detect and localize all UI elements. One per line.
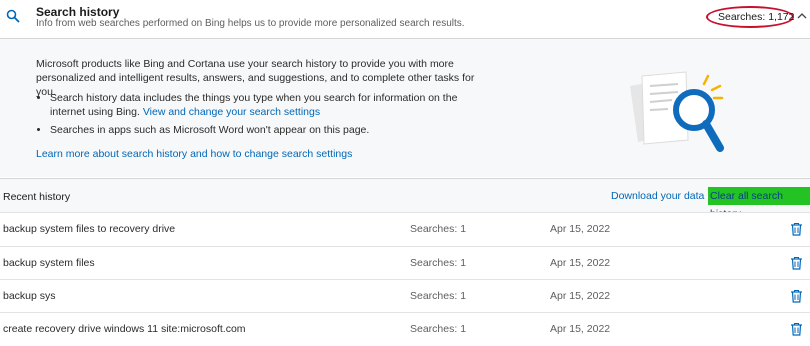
date-cell: Apr 15, 2022 <box>550 290 611 302</box>
table-row: backup system files Searches: 1 Apr 15, … <box>0 246 810 280</box>
date-cell: Apr 15, 2022 <box>550 257 611 269</box>
clear-all-history-button[interactable]: Clear all search history <box>708 187 810 220</box>
search-icon <box>6 9 20 23</box>
document-magnifier-illustration <box>630 71 724 152</box>
query-text: backup sys <box>3 290 56 302</box>
trash-icon[interactable] <box>790 256 803 270</box>
search-count-cell: Searches: 1 <box>410 323 467 335</box>
date-cell: Apr 15, 2022 <box>550 323 611 335</box>
query-text: create recovery drive windows 11 site:mi… <box>3 323 246 335</box>
table-row: backup system files to recovery drive Se… <box>0 212 810 246</box>
table-row: backup sys Searches: 1 Apr 15, 2022 <box>0 279 810 313</box>
download-data-link[interactable]: Download your data <box>611 190 704 202</box>
section-subtitle: Info from web searches performed on Bing… <box>36 18 465 29</box>
search-count-cell: Searches: 1 <box>410 223 467 235</box>
chevron-up-icon[interactable] <box>797 12 807 19</box>
search-count-cell: Searches: 1 <box>410 290 467 302</box>
search-count-cell: Searches: 1 <box>410 257 467 269</box>
section-title: Search history <box>36 5 120 19</box>
learn-more-link[interactable]: Learn more about search history and how … <box>36 148 352 160</box>
recent-history-label: Recent history <box>3 191 71 203</box>
trash-icon[interactable] <box>790 322 803 336</box>
search-history-header[interactable]: Search history Info from web searches pe… <box>0 0 810 38</box>
bullet-item: Search history data includes the things … <box>50 91 470 119</box>
bullet-item: Searches in apps such as Microsoft Word … <box>50 123 470 137</box>
table-row: create recovery drive windows 11 site:mi… <box>0 312 810 346</box>
bullet-text: Searches in apps such as Microsoft Word … <box>50 124 370 136</box>
info-bullets: Search history data includes the things … <box>36 91 470 141</box>
trash-icon[interactable] <box>790 222 803 236</box>
query-text: backup system files to recovery drive <box>3 223 176 235</box>
query-text: backup system files <box>3 257 95 269</box>
search-settings-link[interactable]: View and change your search settings <box>143 106 320 118</box>
trash-icon[interactable] <box>790 289 803 303</box>
search-count: Searches: 1,172 <box>718 11 795 23</box>
date-cell: Apr 15, 2022 <box>550 223 611 235</box>
